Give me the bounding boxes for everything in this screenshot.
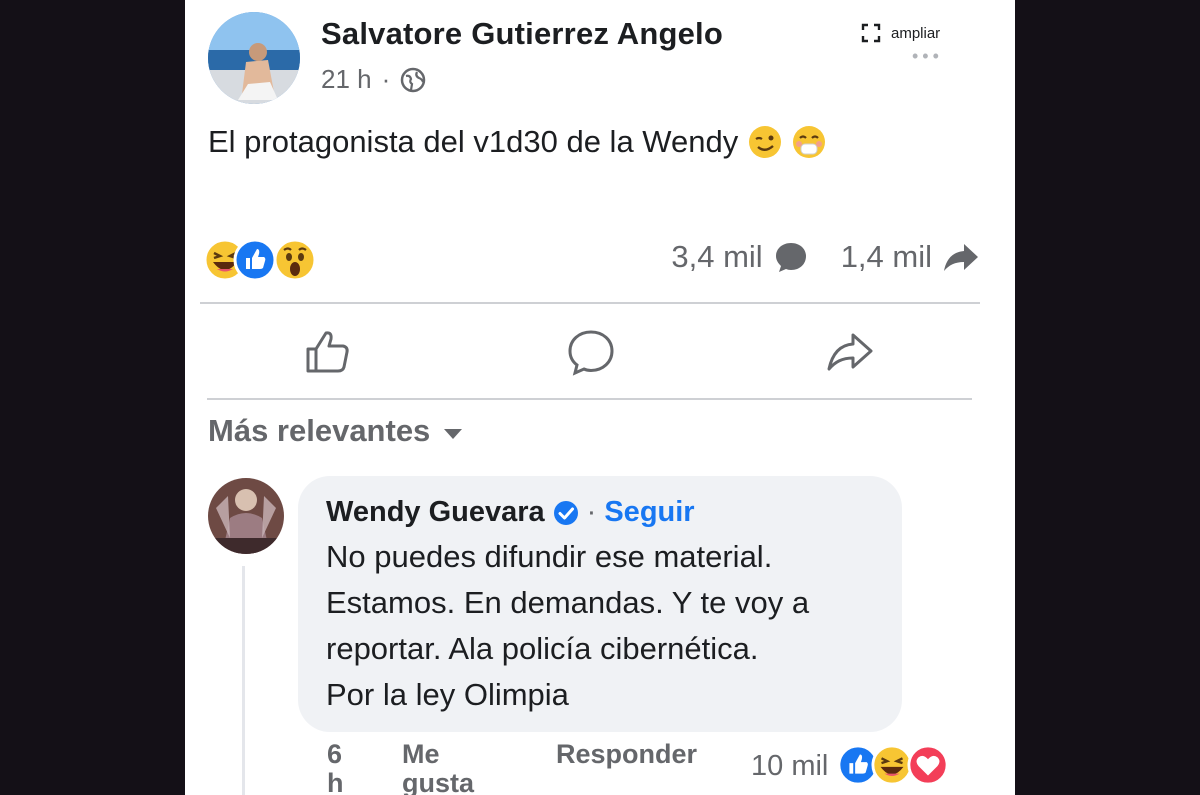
comment-time-line: h (327, 768, 344, 795)
post-time[interactable]: 21 h (321, 64, 372, 95)
reactions-divider (200, 302, 980, 304)
follow-button[interactable]: Seguir (604, 496, 694, 529)
comment-button[interactable] (565, 327, 617, 377)
comment-bubble: Wendy Guevara · Seguir No puedes difundi… (298, 476, 902, 732)
comment-reactions[interactable] (837, 744, 957, 786)
thread-line (242, 566, 245, 795)
comment-icon (568, 330, 614, 376)
left-letterbox (0, 0, 185, 795)
post-meta: 21 h · (321, 64, 426, 95)
post-text: El protagonista del v1d30 de la Wendy (208, 124, 826, 160)
comment-time-line: 6 (327, 739, 343, 769)
comment-reaction-count[interactable]: 10 mil (751, 750, 828, 783)
sort-label: Más relevantes (208, 413, 431, 448)
comment-reply-button[interactable]: Responder (556, 740, 697, 769)
wink-face-emoji (748, 125, 782, 159)
post-counts: 3,4 mil 1,4 mil (671, 239, 980, 275)
commenter-avatar[interactable] (208, 478, 284, 554)
thumbs-up-icon (306, 331, 349, 373)
post-author-name[interactable]: Salvatore Gutierrez Angelo (321, 16, 723, 52)
comment-line: Estamos. En demandas. Y te voy a (326, 585, 810, 620)
share-button[interactable] (825, 327, 877, 377)
blushing-face-emoji (792, 125, 826, 159)
comment-header: Wendy Guevara · Seguir (326, 496, 695, 529)
author-avatar[interactable] (208, 12, 300, 104)
expand-label: ampliar (891, 24, 941, 42)
like-reaction-icon (233, 238, 277, 282)
comment-like-button[interactable]: Me gusta (402, 740, 474, 795)
share-icon (827, 333, 873, 371)
comment-like-line: Me (402, 739, 440, 769)
wow-reaction-icon (273, 238, 317, 282)
globe-icon (400, 67, 426, 93)
like-button[interactable] (302, 327, 354, 377)
right-letterbox (1015, 0, 1200, 795)
comment-count[interactable]: 3,4 mil (671, 239, 762, 275)
actions-divider (207, 398, 972, 400)
comment-text: No puedes difundir ese material. Estamos… (326, 534, 886, 718)
share-count[interactable]: 1,4 mil (841, 239, 932, 275)
comment-bubble-icon (775, 243, 806, 272)
comment-sort-dropdown[interactable]: Más relevantes (208, 413, 463, 449)
comment-line: Por la ley Olimpia (326, 677, 569, 712)
more-options-icon[interactable]: ••• (912, 46, 943, 67)
verified-badge-icon (553, 500, 578, 525)
comment-line: reportar. Ala policía cibernética. (326, 631, 759, 666)
comment-time[interactable]: 6 h (327, 740, 344, 795)
post-reactions[interactable] (203, 238, 333, 282)
love-reaction-icon (907, 744, 949, 786)
commenter-name[interactable]: Wendy Guevara (326, 496, 545, 529)
facebook-post: Salvatore Gutierrez Angelo 21 h · amplia… (185, 0, 1015, 795)
expand-icon (861, 23, 881, 43)
meta-separator: · (381, 64, 391, 94)
comment-line: No puedes difundir ese material. (326, 539, 773, 574)
follow-separator: · (586, 496, 597, 528)
post-text-content: El protagonista del v1d30 de la Wendy (208, 124, 739, 159)
share-arrow-icon (944, 244, 978, 271)
caret-down-icon (444, 429, 463, 439)
comment-like-line: gusta (402, 768, 475, 795)
expand-button[interactable]: ampliar (861, 23, 940, 43)
